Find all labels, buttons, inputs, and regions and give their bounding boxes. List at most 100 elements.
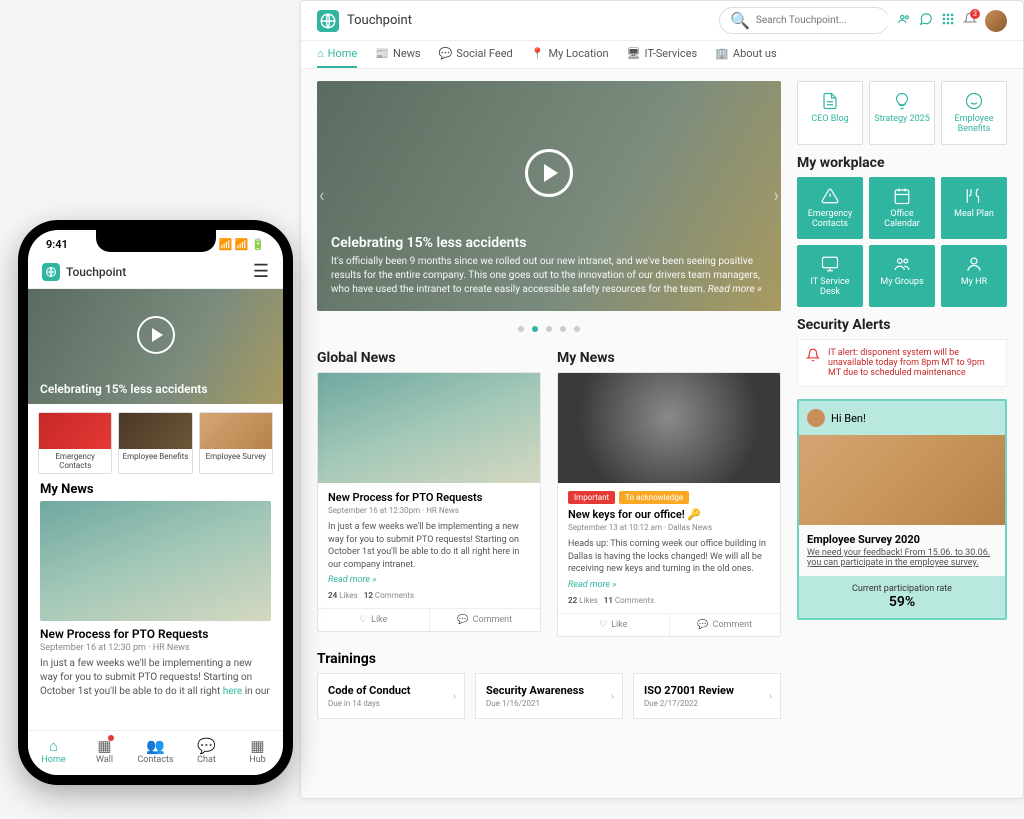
survey-image — [799, 435, 1005, 525]
phone-tile-survey[interactable]: Employee Survey — [199, 412, 273, 474]
play-icon[interactable] — [137, 316, 175, 354]
quicklink-ceo-blog[interactable]: CEO Blog — [797, 81, 863, 145]
avatar[interactable] — [985, 10, 1007, 32]
hamburger-icon[interactable]: ☰ — [253, 261, 269, 282]
tag-acknowledge: To acknowledge — [619, 491, 689, 504]
logo-icon — [42, 263, 60, 281]
tab-chat[interactable]: 💬Chat — [181, 737, 232, 765]
contacts-icon: 👥 — [130, 737, 181, 755]
survey-widget: Hi Ben! Employee Survey 2020 We need you… — [797, 399, 1007, 620]
training-title: Security Awareness — [486, 684, 612, 697]
hero-read-more[interactable]: Read more » — [708, 284, 762, 295]
workplace-hr[interactable]: My HR — [941, 245, 1007, 307]
sidebar: CEO Blog Strategy 2025 Employee Benefits… — [797, 81, 1007, 719]
carousel-next-icon[interactable]: › — [774, 186, 779, 207]
read-more-link[interactable]: Read more » — [328, 575, 530, 585]
workplace-calendar[interactable]: Office Calendar — [869, 177, 935, 239]
read-more-link[interactable]: Read more » — [568, 580, 770, 590]
phone-screen: 9:41 📶 📶 🔋 Touchpoint ☰ Celebrating 15% … — [28, 230, 283, 775]
survey-desc[interactable]: We need your feedback! From 15.06. to 30… — [807, 548, 997, 568]
carousel-dot[interactable] — [560, 326, 566, 332]
workplace-meal[interactable]: Meal Plan — [941, 177, 1007, 239]
here-link[interactable]: here — [223, 686, 242, 697]
search-box[interactable]: 🔍 — [719, 7, 889, 34]
hero-body: It's officially been 9 months since we r… — [331, 255, 767, 297]
survey-greeting: Hi Ben! — [831, 412, 866, 425]
nav-social-feed[interactable]: 💬Social Feed — [439, 47, 513, 68]
carousel-prev-icon[interactable]: ‹ — [319, 186, 324, 207]
carousel-dot[interactable] — [574, 326, 580, 332]
survey-rate: 59% — [807, 594, 997, 610]
tab-hub[interactable]: ▦Hub — [232, 737, 283, 765]
chat-icon[interactable] — [919, 12, 933, 30]
avatar — [807, 409, 825, 427]
phone-tabbar: ⌂Home ▦Wall 👥Contacts 💬Chat ▦Hub — [28, 730, 283, 775]
like-button[interactable]: ♡Like — [558, 614, 670, 636]
news-title: New Process for PTO Requests — [328, 491, 530, 504]
apps-icon[interactable] — [941, 12, 955, 30]
hero-carousel[interactable]: ‹ › Celebrating 15% less accidents It's … — [317, 81, 781, 311]
comment-icon: 💬 — [457, 615, 468, 625]
tile-image — [119, 413, 191, 449]
alert-icon — [821, 187, 839, 205]
group-icon[interactable] — [897, 12, 911, 30]
nav-it-services[interactable]: 🖥IT-Services — [627, 47, 698, 68]
search-input[interactable] — [756, 15, 889, 26]
notifications-icon[interactable]: 3 — [963, 12, 977, 30]
hero-title: Celebrating 15% less accidents — [331, 235, 767, 251]
workplace-emergency[interactable]: Emergency Contacts — [797, 177, 863, 239]
workplace-groups[interactable]: My Groups — [869, 245, 935, 307]
nav-news[interactable]: 📰News — [375, 47, 420, 68]
carousel-dot[interactable] — [546, 326, 552, 332]
phone-tile-emergency[interactable]: Emergency Contacts — [38, 412, 112, 474]
survey-rate-label: Current participation rate — [807, 584, 997, 594]
alerts-title: Security Alerts — [797, 317, 1007, 333]
training-due: Due 1/16/2021 — [486, 699, 612, 708]
phone-news-image — [40, 501, 271, 621]
news-text: Heads up: This coming week our office bu… — [568, 538, 770, 576]
trainings: Trainings Code of Conduct Due in 14 days… — [317, 651, 781, 719]
phone-hero[interactable]: Celebrating 15% less accidents — [28, 289, 283, 404]
desktop-app: Touchpoint 🔍 3 ⌂Home 📰News — [300, 0, 1024, 799]
phone-news-text: In just a few weeks we'll be implementin… — [40, 657, 271, 699]
brand-name: Touchpoint — [66, 265, 126, 279]
heart-icon: ♡ — [599, 620, 607, 630]
tab-wall[interactable]: ▦Wall — [79, 737, 130, 765]
phone-tile-benefits[interactable]: Employee Benefits — [118, 412, 192, 474]
my-news: My News Important To acknowledge New key… — [557, 350, 781, 637]
play-icon[interactable] — [525, 149, 573, 197]
quicklink-benefits[interactable]: Employee Benefits — [941, 81, 1007, 145]
training-card[interactable]: ISO 27001 Review Due 2/17/2022 › — [633, 673, 781, 719]
phone-news-meta: September 16 at 12:30 pm · HR News — [40, 643, 271, 653]
news-text: In just a few weeks we'll be implementin… — [328, 521, 530, 571]
brand: Touchpoint — [317, 10, 412, 32]
comment-button[interactable]: 💬Comment — [430, 609, 541, 631]
carousel-dot[interactable] — [518, 326, 524, 332]
chat-icon: 💬 — [181, 737, 232, 755]
meal-icon — [965, 187, 983, 205]
nav-home[interactable]: ⌂Home — [317, 47, 357, 68]
chevron-right-icon: › — [769, 689, 772, 702]
tag-important: Important — [568, 491, 615, 504]
training-card[interactable]: Code of Conduct Due in 14 days › — [317, 673, 465, 719]
home-icon: ⌂ — [28, 737, 79, 755]
like-button[interactable]: ♡Like — [318, 609, 430, 631]
training-title: Code of Conduct — [328, 684, 454, 697]
news-stats: 22 Likes 11 Comments — [568, 596, 770, 605]
training-card[interactable]: Security Awareness Due 1/16/2021 › — [475, 673, 623, 719]
workplace-title: My workplace — [797, 155, 1007, 171]
survey-title: Employee Survey 2020 — [807, 533, 997, 546]
nav-my-location[interactable]: 📍My Location — [531, 47, 609, 68]
workplace-it[interactable]: IT Service Desk — [797, 245, 863, 307]
quicklink-strategy[interactable]: Strategy 2025 — [869, 81, 935, 145]
top-bar: Touchpoint 🔍 3 — [301, 1, 1023, 41]
global-news-title: Global News — [317, 350, 541, 366]
tab-contacts[interactable]: 👥Contacts — [130, 737, 181, 765]
monitor-icon — [821, 255, 839, 273]
nav-about-us[interactable]: 🏢About us — [715, 47, 776, 68]
heart-icon: ♡ — [359, 615, 367, 625]
tab-home[interactable]: ⌂Home — [28, 737, 79, 765]
carousel-dot[interactable] — [532, 326, 538, 332]
chevron-right-icon: › — [611, 689, 614, 702]
comment-button[interactable]: 💬Comment — [670, 614, 781, 636]
